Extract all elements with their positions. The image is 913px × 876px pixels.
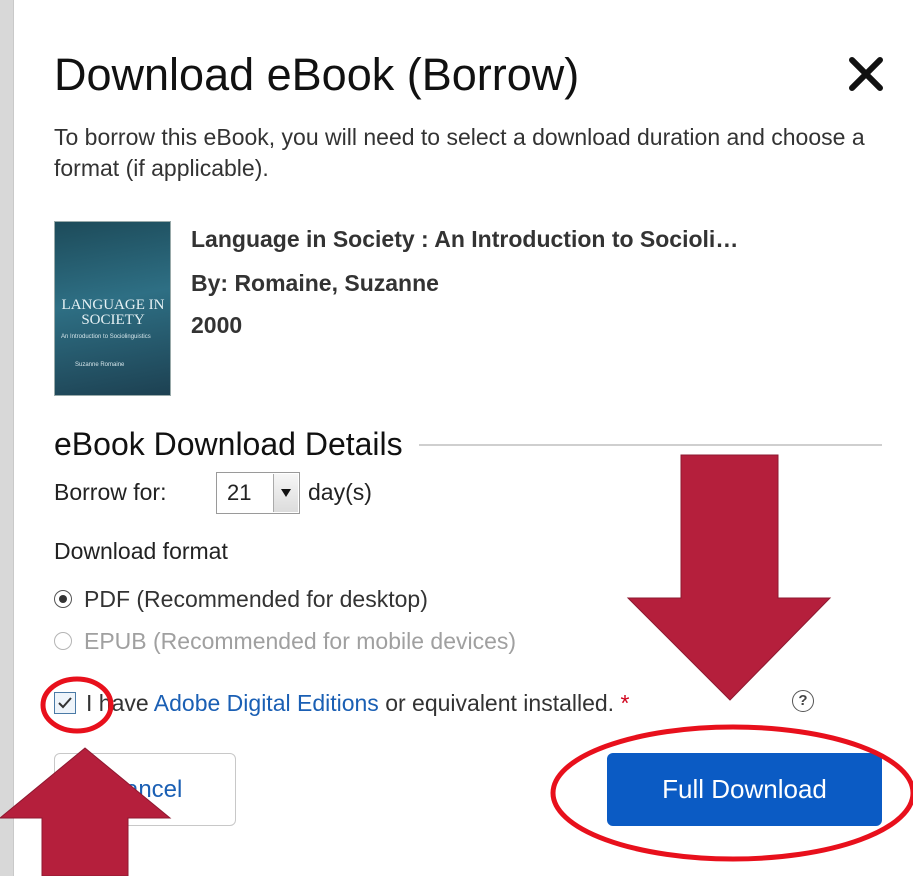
close-icon[interactable] (844, 52, 888, 96)
borrow-duration-value: 21 (227, 480, 252, 505)
cover-title: LANGUAGE IN SOCIETY (61, 297, 165, 328)
confirm-prefix: I have (86, 690, 154, 716)
format-label: Download format (54, 538, 228, 564)
radio-pdf[interactable] (54, 589, 72, 608)
chevron-down-icon[interactable] (273, 474, 298, 512)
dialog-title: Download eBook (Borrow) (54, 49, 580, 100)
borrow-duration-select[interactable]: 21 (216, 472, 300, 514)
book-author: By: Romaine, Suzanne (191, 270, 439, 296)
section-title: eBook Download Details (54, 426, 419, 463)
help-icon[interactable]: ? (792, 690, 814, 712)
download-dialog: Download eBook (Borrow) To borrow this e… (13, 0, 913, 876)
book-cover: LANGUAGE IN SOCIETY An Introduction to S… (54, 221, 171, 396)
radio-epub[interactable] (54, 631, 72, 650)
borrow-unit: day(s) (308, 479, 372, 505)
full-download-button[interactable]: Full Download (607, 753, 882, 826)
confirm-checkbox[interactable] (54, 691, 76, 714)
format-option-epub[interactable]: EPUB (Recommended for mobile devices) (54, 628, 516, 655)
confirm-suffix: or equivalent installed. (378, 690, 615, 716)
required-marker: * (620, 690, 630, 716)
cover-author: Suzanne Romaine (75, 362, 125, 368)
format-option-pdf[interactable]: PDF (Recommended for desktop) (54, 586, 428, 613)
adobe-digital-editions-link[interactable]: Adobe Digital Editions (154, 690, 379, 716)
cover-subtitle: An Introduction to Sociolinguistics (61, 334, 151, 340)
dialog-intro: To borrow this eBook, you will need to s… (54, 124, 865, 181)
confirm-row: I have Adobe Digital Editions or equival… (54, 690, 629, 717)
borrow-label: Borrow for: (54, 479, 167, 505)
format-epub-label: EPUB (Recommended for mobile devices) (84, 628, 517, 654)
book-year: 2000 (191, 312, 243, 338)
format-pdf-label: PDF (Recommended for desktop) (84, 586, 428, 612)
cancel-button[interactable]: Cancel (54, 753, 236, 826)
book-title: Language in Society : An Introduction to… (191, 226, 739, 252)
